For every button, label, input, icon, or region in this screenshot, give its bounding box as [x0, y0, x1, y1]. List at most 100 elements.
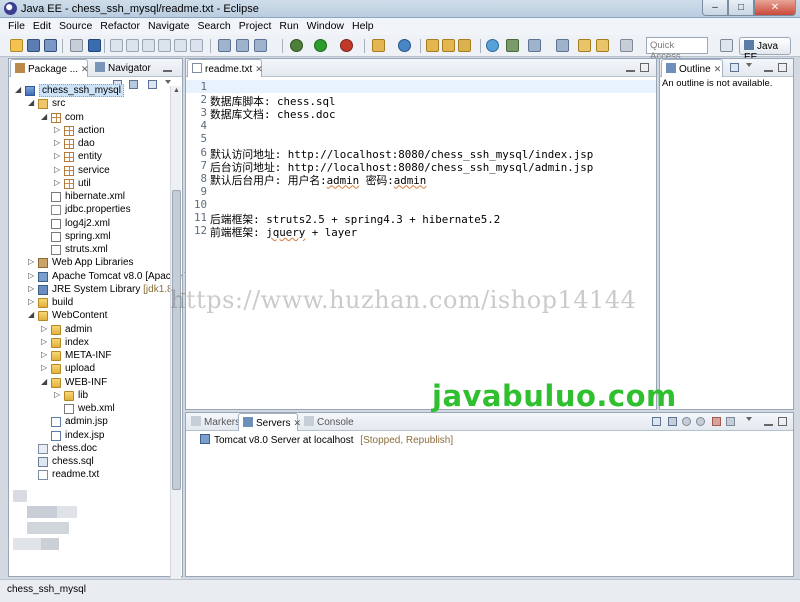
search-icon[interactable] [458, 39, 471, 52]
maximize-view-icon[interactable] [778, 417, 787, 426]
menu-project[interactable]: Project [235, 18, 276, 35]
save-icon[interactable] [27, 39, 40, 52]
collapsed-arrow-icon[interactable]: ▷ [54, 390, 60, 399]
open-task-icon[interactable] [218, 39, 231, 52]
code-line[interactable]: 4 [186, 119, 656, 132]
globe-icon[interactable] [486, 39, 499, 52]
close-window-button[interactable]: ✕ [754, 0, 796, 16]
view-menu-icon[interactable] [746, 63, 752, 67]
debug-icon[interactable] [290, 39, 303, 52]
minimize-view-icon[interactable] [764, 417, 773, 426]
collapsed-arrow-icon[interactable]: ▷ [28, 271, 34, 280]
expanded-arrow-icon[interactable]: ◢ [28, 98, 34, 107]
view-menu-icon[interactable] [746, 417, 752, 421]
close-tab-icon[interactable]: ✕ [714, 64, 722, 74]
quick-access-input[interactable]: Quick Access [646, 37, 708, 62]
tab-readme-txt[interactable]: readme.txt ✕ [187, 59, 263, 77]
collapsed-arrow-icon[interactable]: ▷ [28, 284, 34, 293]
step-return-icon[interactable] [190, 39, 203, 52]
menu-file[interactable]: File [4, 18, 29, 35]
print-icon[interactable] [70, 39, 83, 52]
start-server-icon[interactable] [682, 417, 691, 426]
previous-annotation-icon[interactable] [556, 39, 569, 52]
code-line[interactable]: 10 [186, 198, 656, 211]
collapsed-arrow-icon[interactable]: ▷ [54, 165, 60, 174]
menu-search[interactable]: Search [193, 18, 234, 35]
resume-icon[interactable] [110, 39, 123, 52]
tree-scrollbar[interactable]: ▲ ▼ [170, 86, 181, 602]
terminate-icon[interactable] [142, 39, 155, 52]
maximize-view-icon[interactable] [778, 63, 787, 72]
menu-run[interactable]: Run [275, 18, 302, 35]
profile-server-icon[interactable] [696, 417, 705, 426]
suspend-icon[interactable] [126, 39, 139, 52]
expanded-arrow-icon[interactable]: ◢ [41, 112, 47, 121]
step-over-icon[interactable] [174, 39, 187, 52]
stop-server-icon[interactable] [712, 417, 721, 426]
code-line[interactable]: 5 [186, 132, 656, 145]
focus-icon[interactable] [148, 80, 157, 89]
tab-navigator[interactable]: Navigator [91, 59, 161, 77]
show-whitespace-icon[interactable] [254, 39, 267, 52]
code-line[interactable]: 2 数据库脚本: chess.sql [186, 93, 656, 108]
maximize-button[interactable]: □ [728, 0, 754, 16]
collapsed-arrow-icon[interactable]: ▷ [54, 138, 60, 147]
collapsed-arrow-icon[interactable]: ▷ [41, 350, 47, 359]
debug-server-icon[interactable] [668, 417, 677, 426]
code-line[interactable]: 1 [186, 80, 656, 93]
forward-icon[interactable] [620, 39, 633, 52]
collapse-all-icon[interactable] [652, 417, 661, 426]
tab-servers[interactable]: Servers ✕ [238, 413, 301, 431]
menu-navigate[interactable]: Navigate [144, 18, 193, 35]
menu-help[interactable]: Help [348, 18, 378, 35]
new-class-icon[interactable] [398, 39, 411, 52]
minimize-view-icon[interactable] [163, 63, 172, 72]
save-all-icon[interactable] [44, 39, 57, 52]
scroll-up-icon[interactable]: ▲ [172, 87, 181, 96]
minimize-editor-icon[interactable] [626, 63, 635, 72]
code-line[interactable]: 9 [186, 185, 656, 198]
open-perspective-icon[interactable] [720, 39, 733, 52]
toggle-mark-icon[interactable] [236, 39, 249, 52]
run-icon[interactable] [314, 39, 327, 52]
text-editor[interactable]: 1 2 数据库脚本: chess.sql 3 数据库文档: chess.doc 4 5 6 默认… [186, 78, 656, 409]
server-row[interactable]: Tomcat v8.0 Server at localhost [Stopped… [200, 434, 453, 446]
expanded-arrow-icon[interactable]: ◢ [41, 377, 47, 386]
close-tab-icon[interactable]: ✕ [255, 64, 263, 74]
collapsed-arrow-icon[interactable]: ▷ [28, 257, 34, 266]
forward-back-icon[interactable] [596, 39, 609, 52]
menu-source[interactable]: Source [55, 18, 96, 35]
open-type-icon[interactable] [426, 39, 439, 52]
java-ee-perspective-button[interactable]: Java EE [739, 37, 791, 63]
tab-markers[interactable]: Markers [187, 413, 240, 431]
maximize-editor-icon[interactable] [640, 63, 649, 72]
external-tools-icon[interactable] [340, 39, 353, 52]
close-tab-icon[interactable]: ✕ [81, 64, 89, 74]
collapsed-arrow-icon[interactable]: ▷ [54, 125, 60, 134]
focus-icon[interactable] [730, 63, 739, 72]
scrollbar-thumb[interactable] [172, 190, 181, 490]
collapsed-arrow-icon[interactable]: ▷ [54, 151, 60, 160]
link-with-editor-icon[interactable] [129, 80, 138, 89]
tab-package-explorer[interactable]: Package ... ✕ [10, 59, 89, 77]
code-line[interactable]: 7 后台访问地址: http://localhost:8080/chess_ssh… [186, 159, 656, 174]
next-annotation-icon[interactable] [528, 39, 541, 52]
code-line[interactable]: 6 默认访问地址: http://localhost:8080/chess_ssh… [186, 146, 656, 161]
menu-window[interactable]: Window [303, 18, 348, 35]
collapsed-arrow-icon[interactable]: ▷ [28, 297, 34, 306]
menu-refactor[interactable]: Refactor [96, 18, 144, 35]
collapsed-arrow-icon[interactable]: ▷ [54, 178, 60, 187]
collapsed-arrow-icon[interactable]: ▷ [41, 324, 47, 333]
minimize-view-icon[interactable] [764, 63, 773, 72]
tab-outline[interactable]: Outline ✕ [661, 59, 723, 77]
publish-icon[interactable] [726, 417, 735, 426]
annotation-icon[interactable] [506, 39, 519, 52]
menu-edit[interactable]: Edit [29, 18, 55, 35]
skip-breakpoints-icon[interactable] [88, 39, 101, 52]
expanded-arrow-icon[interactable]: ◢ [28, 310, 34, 319]
minimize-button[interactable]: – [702, 0, 728, 16]
step-into-icon[interactable] [158, 39, 171, 52]
back-icon[interactable] [578, 39, 591, 52]
new-java-project-icon[interactable] [372, 39, 385, 52]
code-line[interactable]: 8 默认后台用户: 用户名:admin 密码:admin [186, 172, 656, 187]
